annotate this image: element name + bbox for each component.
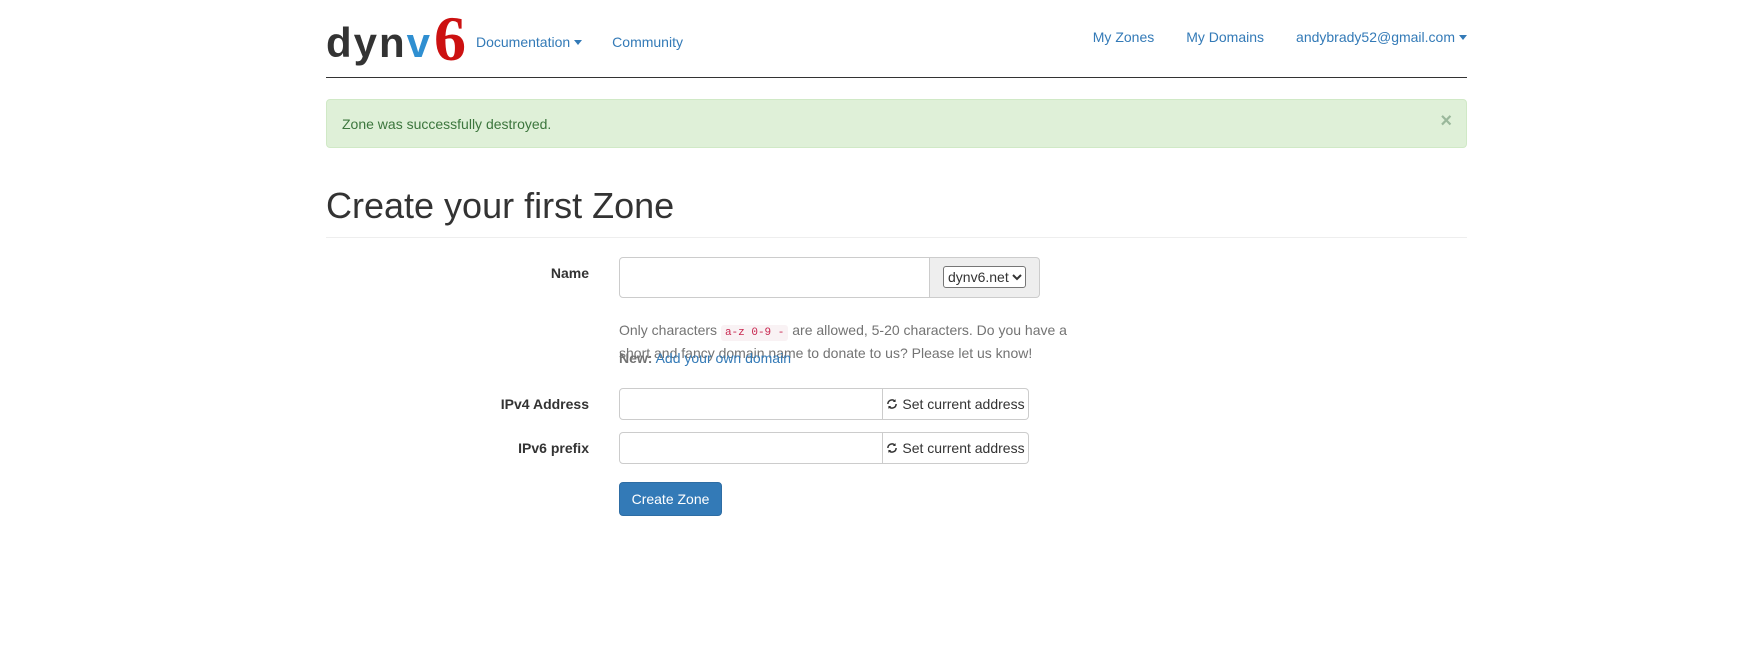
name-input[interactable] — [619, 256, 930, 298]
nav-community[interactable]: Community — [612, 34, 683, 50]
nav-right: My Zones My Domains andybrady52@gmail.co… — [1093, 29, 1467, 45]
alert-message: Zone was successfully destroyed. — [342, 115, 552, 132]
ipv4-input[interactable] — [619, 387, 883, 420]
refresh-icon — [887, 442, 898, 453]
close-icon[interactable]: × — [1440, 111, 1452, 131]
nav-documentation-dropdown[interactable]: Documentation — [476, 34, 583, 50]
domain-select[interactable]: dynv6.net — [943, 266, 1026, 289]
create-zone-button[interactable]: Create Zone — [619, 481, 722, 516]
nav-my-zones[interactable]: My Zones — [1093, 29, 1154, 45]
ipv6-input[interactable] — [619, 431, 883, 464]
ipv6-label: IPv6 prefix — [518, 439, 589, 456]
ipv4-input-group: Set current address — [619, 387, 1029, 420]
navbar: dynv 6 Documentation Community My Zones M… — [326, 0, 1467, 78]
success-alert: Zone was successfully destroyed. × — [326, 99, 1467, 148]
name-input-group: dynv6.net — [619, 256, 1040, 298]
domain-addon: dynv6.net — [930, 256, 1040, 298]
nav-user-email: andybrady52@gmail.com — [1296, 29, 1455, 45]
name-label: Name — [550, 264, 589, 281]
brand-text-main: dyn — [326, 19, 407, 66]
brand-logo[interactable]: dynv 6 — [326, 0, 467, 74]
ipv6-set-current-button[interactable]: Set current address — [883, 431, 1029, 464]
nav-left: Documentation Community — [476, 34, 683, 50]
page-container: dynv 6 Documentation Community My Zones M… — [326, 0, 1467, 558]
brand-text-6: 6 — [434, 2, 467, 74]
caret-down-icon — [1459, 34, 1467, 40]
nav-my-domains[interactable]: My Domains — [1186, 29, 1264, 45]
ipv4-set-current-label: Set current address — [902, 395, 1025, 412]
create-zone-form: Name dynv6.net Only characters a-z 0-9 -… — [326, 238, 1467, 558]
brand-text-v: v — [406, 19, 433, 66]
brand-text: dynv — [326, 22, 432, 64]
new-label: New: — [619, 349, 653, 366]
add-own-domain-link[interactable]: Add your own domain — [656, 350, 791, 366]
ipv6-input-group: Set current address — [619, 431, 1029, 464]
ipv6-set-current-label: Set current address — [902, 439, 1025, 456]
page-title: Create your first Zone — [326, 185, 675, 226]
nav-my-domains-label: My Domains — [1186, 29, 1265, 45]
nav-community-label: Community — [612, 34, 683, 50]
nav-my-zones-label: My Zones — [1092, 29, 1155, 45]
help-text-before: Only characters — [619, 321, 721, 338]
allowed-chars-code: a-z 0-9 - — [720, 324, 789, 341]
nav-documentation-label: Documentation — [476, 34, 571, 50]
new-domain-line: New: Add your own domain — [619, 350, 791, 366]
refresh-icon — [887, 398, 898, 409]
ipv4-label: IPv4 Address — [500, 395, 589, 412]
ipv4-set-current-button[interactable]: Set current address — [883, 387, 1029, 420]
caret-down-icon — [574, 39, 583, 45]
nav-user-dropdown[interactable]: andybrady52@gmail.com — [1296, 29, 1467, 45]
